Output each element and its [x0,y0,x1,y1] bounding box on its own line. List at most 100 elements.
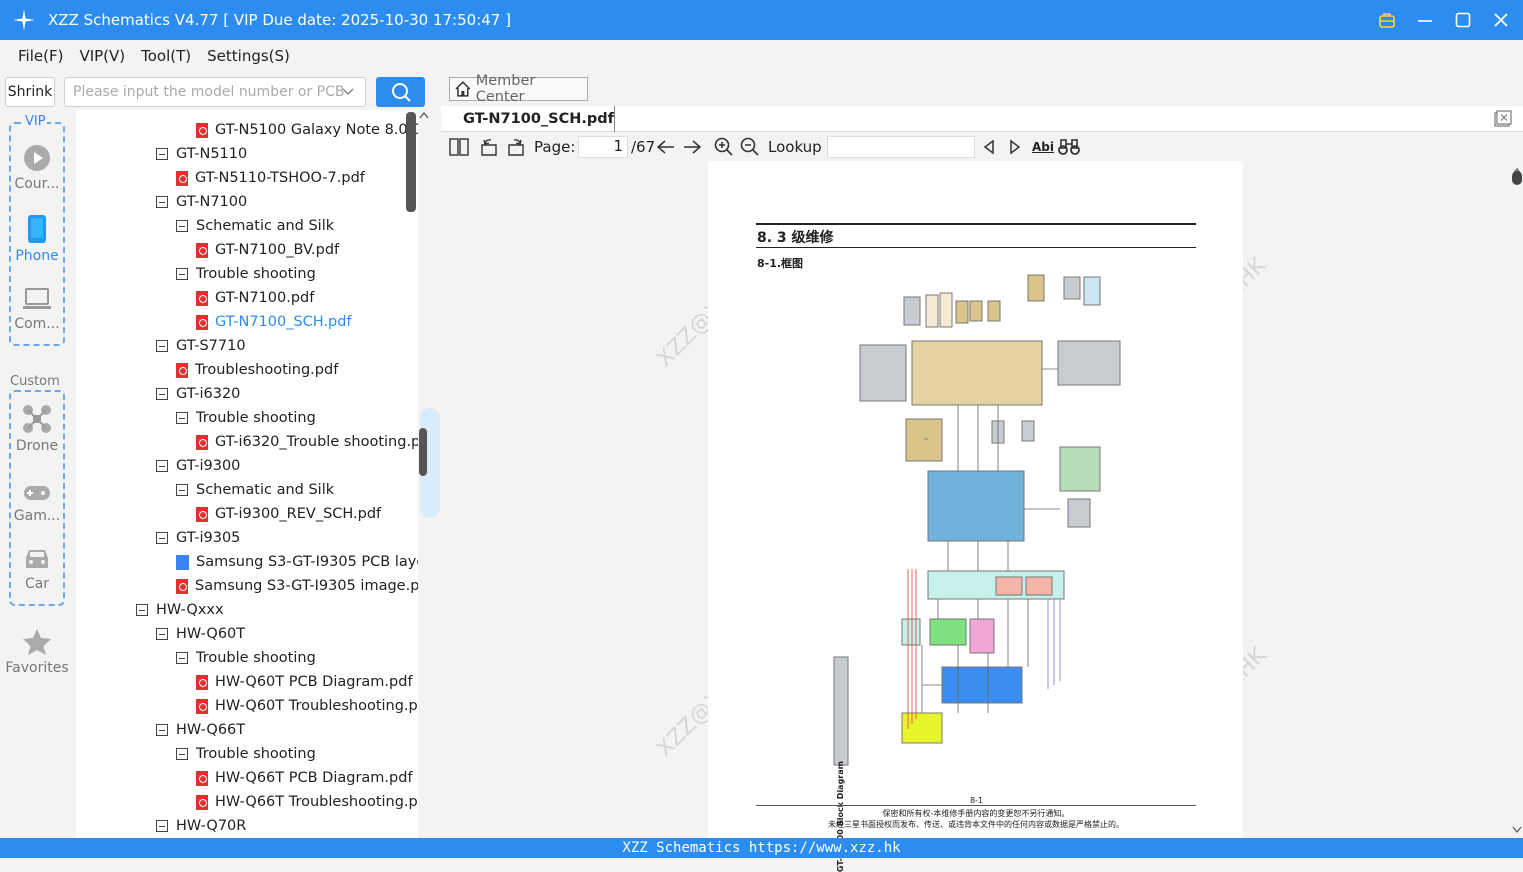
collapse-toggle-icon[interactable] [176,652,188,664]
next-page-icon[interactable] [682,136,702,158]
rail-drone[interactable]: Drone [0,404,74,454]
prev-page-icon[interactable] [656,136,676,158]
tree-file[interactable]: Samsung S3-GT-I9305 image.pc [176,574,418,598]
tree-file[interactable]: GT-N5100 Galaxy Note 8.0 08 [196,118,418,142]
title-bar[interactable]: XZZ Schematics V4.77 [ VIP Due date: 202… [0,0,1523,40]
collapse-toggle-icon[interactable] [156,340,168,352]
match-case-toggle[interactable]: Abi [1032,136,1054,158]
collapse-toggle-icon[interactable] [156,196,168,208]
tree-file[interactable]: Troubleshooting.pdf [176,358,338,382]
search-button[interactable] [376,77,425,107]
tree-scroll-up-icon[interactable] [418,110,430,128]
rail-car[interactable]: Car [0,546,74,592]
tree-item-label: Trouble shooting [196,266,316,282]
collapse-toggle-icon[interactable] [156,532,168,544]
tree-file[interactable]: GT-i6320_Trouble shooting.p [196,430,418,454]
member-center-button[interactable]: Member Center [449,73,588,105]
star-icon [23,629,51,655]
tree-folder[interactable]: GT-N5110 [156,142,247,166]
page-number-input[interactable]: 1 [578,136,628,158]
tree-file[interactable]: HW-Q66T PCB Diagram.pdf [196,766,413,790]
rotate-right-icon[interactable] [506,136,526,158]
shrink-button[interactable]: Shrink [5,77,55,107]
collapse-toggle-icon[interactable] [156,724,168,736]
two-page-view-icon[interactable] [449,136,469,158]
viewer-scrollbar[interactable] [1511,161,1523,838]
tree-item-label: Schematic and Silk [196,218,335,234]
collapse-toggle-icon[interactable] [176,268,188,280]
tree-file[interactable]: GT-N7100_SCH.pdf [196,310,352,334]
menu-settings[interactable]: Settings(S) [207,47,290,65]
tree-folder[interactable]: HW-Q66T [156,718,245,742]
menu-vip[interactable]: VIP(V) [79,47,125,65]
tree-file[interactable]: GT-N7100.pdf [196,286,314,310]
collapse-toggle-icon[interactable] [156,388,168,400]
document-tab[interactable]: GT-N7100_SCH.pdf [449,106,615,132]
tree-folder[interactable]: GT-i6320 [156,382,240,406]
binoculars-icon[interactable] [1058,136,1080,158]
tree-folder[interactable]: Trouble shooting [176,262,316,286]
heading-rule [756,223,1196,225]
tree-folder[interactable]: GT-N7100 [156,190,247,214]
collapse-toggle-icon[interactable] [176,484,188,496]
rail-course[interactable]: Cour... [0,144,74,192]
collapse-toggle-icon[interactable] [156,820,168,832]
tree-folder[interactable]: Trouble shooting [176,646,316,670]
find-previous-icon[interactable] [982,136,996,158]
splitter-grip[interactable] [419,428,427,476]
tree-folder[interactable]: Trouble shooting [176,406,316,430]
viewer-scroll-thumb[interactable] [1512,171,1522,185]
rail-favorites[interactable]: Favorites [0,628,74,676]
tree-file[interactable]: HW-Q60T Troubleshooting.p [196,694,418,718]
tree-file[interactable]: GT-N7100_BV.pdf [196,238,339,262]
collapse-toggle-icon[interactable] [176,412,188,424]
tree-file[interactable]: HW-Q66T Troubleshooting.p [196,790,418,814]
tree-folder[interactable]: GT-i9300 [156,454,240,478]
panel-splitter[interactable] [419,110,440,838]
close-tab-icon[interactable] [1494,110,1512,128]
tree-folder[interactable]: GT-i9305 [156,526,240,550]
file-tree[interactable]: GT-N5100 Galaxy Note 8.0 08 GT-N5110 GT-N5… [76,110,418,838]
app-logo-icon [0,0,48,40]
tree-item-label: HW-Q66T Troubleshooting.p [215,794,418,810]
tree-folder[interactable]: HW-Qxxx [136,598,224,622]
collapse-toggle-icon[interactable] [156,148,168,160]
pdf-file-icon [196,674,208,690]
tree-folder[interactable]: GT-S7710 [156,334,246,358]
minimize-button[interactable] [1413,8,1437,32]
collapse-toggle-icon[interactable] [156,460,168,472]
rail-game[interactable]: Gam... [0,482,74,524]
find-next-icon[interactable] [1008,136,1022,158]
collapse-toggle-icon[interactable] [156,628,168,640]
pdf-file-icon [196,290,208,306]
tree-folder[interactable]: Trouble shooting [176,742,316,766]
tree-file[interactable]: Samsung S3-GT-I9305 PCB laye [176,550,418,574]
collapse-toggle-icon[interactable] [136,604,148,616]
collapse-toggle-icon[interactable] [176,220,188,232]
close-button[interactable] [1489,8,1513,32]
menu-tool[interactable]: Tool(T) [141,47,191,65]
maximize-button[interactable] [1451,8,1475,32]
pdf-page: 8. 3 级维修 8-1.框图 GT-N7100 Block Diagram 8… [708,161,1243,872]
tree-item-label: Samsung S3-GT-I9305 image.pc [195,578,418,594]
tree-folder[interactable]: HW-Q70R [156,814,246,838]
zoom-in-icon[interactable] [714,136,734,158]
tree-folder[interactable]: HW-Q60T [156,622,245,646]
rotate-left-icon[interactable] [479,136,499,158]
lookup-input[interactable] [827,136,975,158]
menu-file[interactable]: File(F) [18,47,63,65]
tree-folder[interactable]: Schematic and Silk [176,214,334,238]
rail-phone[interactable]: Phone [0,214,74,264]
rail-phone-label: Phone [15,248,59,264]
collapse-toggle-icon[interactable] [176,748,188,760]
tree-scrollbar[interactable] [406,112,416,212]
tree-folder[interactable]: Schematic and Silk [176,478,334,502]
vip-bag-icon[interactable] [1375,8,1399,32]
tree-file[interactable]: GT-i9300_REV_SCH.pdf [196,502,381,526]
tree-file[interactable]: HW-Q60T PCB Diagram.pdf [196,670,413,694]
model-search-input[interactable]: Please input the model number or PCB [64,77,366,107]
tree-file[interactable]: GT-N5110-TSHOO-7.pdf [176,166,365,190]
rail-computer[interactable]: Com... [0,286,74,332]
chevron-down-icon[interactable] [341,84,355,102]
zoom-out-icon[interactable] [740,136,760,158]
